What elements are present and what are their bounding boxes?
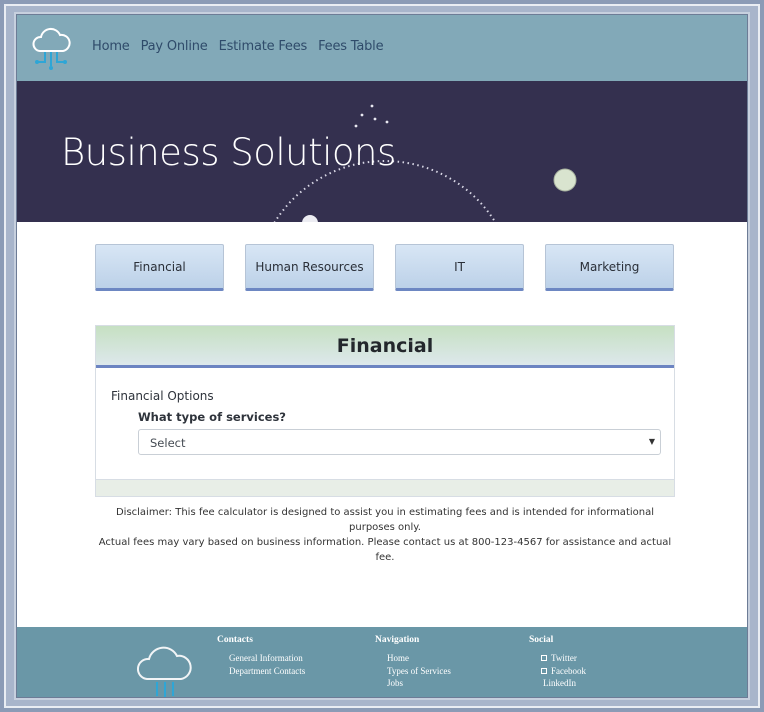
footer-link-home[interactable]: Home [387,652,451,665]
nav-fees-table-link[interactable]: Fees Table [318,39,383,54]
disclaimer-line-2: Actual fees may vary based on business i… [98,537,672,563]
page: Home Pay Online Estimate Fees Fees Table… [16,14,748,698]
checkbox-icon [541,667,547,674]
nav-estimate-fees-link[interactable]: Estimate Fees [219,39,308,54]
financial-panel: Financial Financial Options What type of… [95,325,675,497]
services-question-label: What type of services? [138,410,286,424]
tab-human-resources[interactable]: Human Resources [245,244,374,291]
hero-banner: Business Solutions [17,81,747,222]
footer-link-general-information[interactable]: General Information [229,652,305,665]
footer-link-label: Twitter [551,653,577,663]
panel-title: Financial [336,334,434,357]
footer-contacts: Contacts General Information Department … [217,635,305,677]
footer-link-facebook[interactable]: Facebook [541,665,586,678]
footer-link-twitter[interactable]: Twitter [541,652,586,665]
top-nav-bar: Home Pay Online Estimate Fees Fees Table [17,15,747,81]
cloud-network-icon[interactable] [31,21,71,73]
footer-navigation: Navigation Home Types of Services Jobs [375,635,451,690]
disclaimer: Disclaimer: This fee calculator is desig… [95,505,675,565]
service-tabs: Financial Human Resources IT Marketing [95,244,675,292]
footer-link-jobs[interactable]: Jobs [387,677,451,690]
checkbox-icon [541,655,547,661]
hero-title: Business Solutions [61,131,396,174]
footer-link-label: Facebook [551,665,586,676]
tab-financial[interactable]: Financial [95,244,224,291]
select-value: Select [150,436,186,450]
footer-link-types-of-services[interactable]: Types of Services [387,665,451,678]
footer-navigation-heading: Navigation [375,635,420,645]
footer-link-linkedin[interactable]: LinkedIn [541,677,586,690]
panel-subtitle: Financial Options [111,389,214,403]
site-footer: Contacts General Information Department … [17,627,747,697]
main-nav: Home Pay Online Estimate Fees Fees Table [92,39,384,54]
disclaimer-line-1: Disclaimer: This fee calculator is desig… [115,507,655,533]
footer-link-label: LinkedIn [543,678,576,688]
footer-contacts-heading: Contacts [217,635,253,645]
tab-it[interactable]: IT [395,244,524,291]
footer-social-heading: Social [529,635,554,645]
panel-footer [96,479,674,496]
nav-home-link[interactable]: Home [92,39,130,54]
caret-down-icon: ▼ [648,437,655,446]
panel-header: Financial [96,326,674,368]
footer-link-department-contacts[interactable]: Department Contacts [229,665,305,678]
cloud-network-icon [137,646,192,697]
nav-pay-online-link[interactable]: Pay Online [141,39,208,54]
services-select[interactable]: Select ▼ [138,429,661,455]
tab-marketing[interactable]: Marketing [545,244,674,291]
footer-social: Social Twitter Facebook LinkedIn [529,635,586,690]
